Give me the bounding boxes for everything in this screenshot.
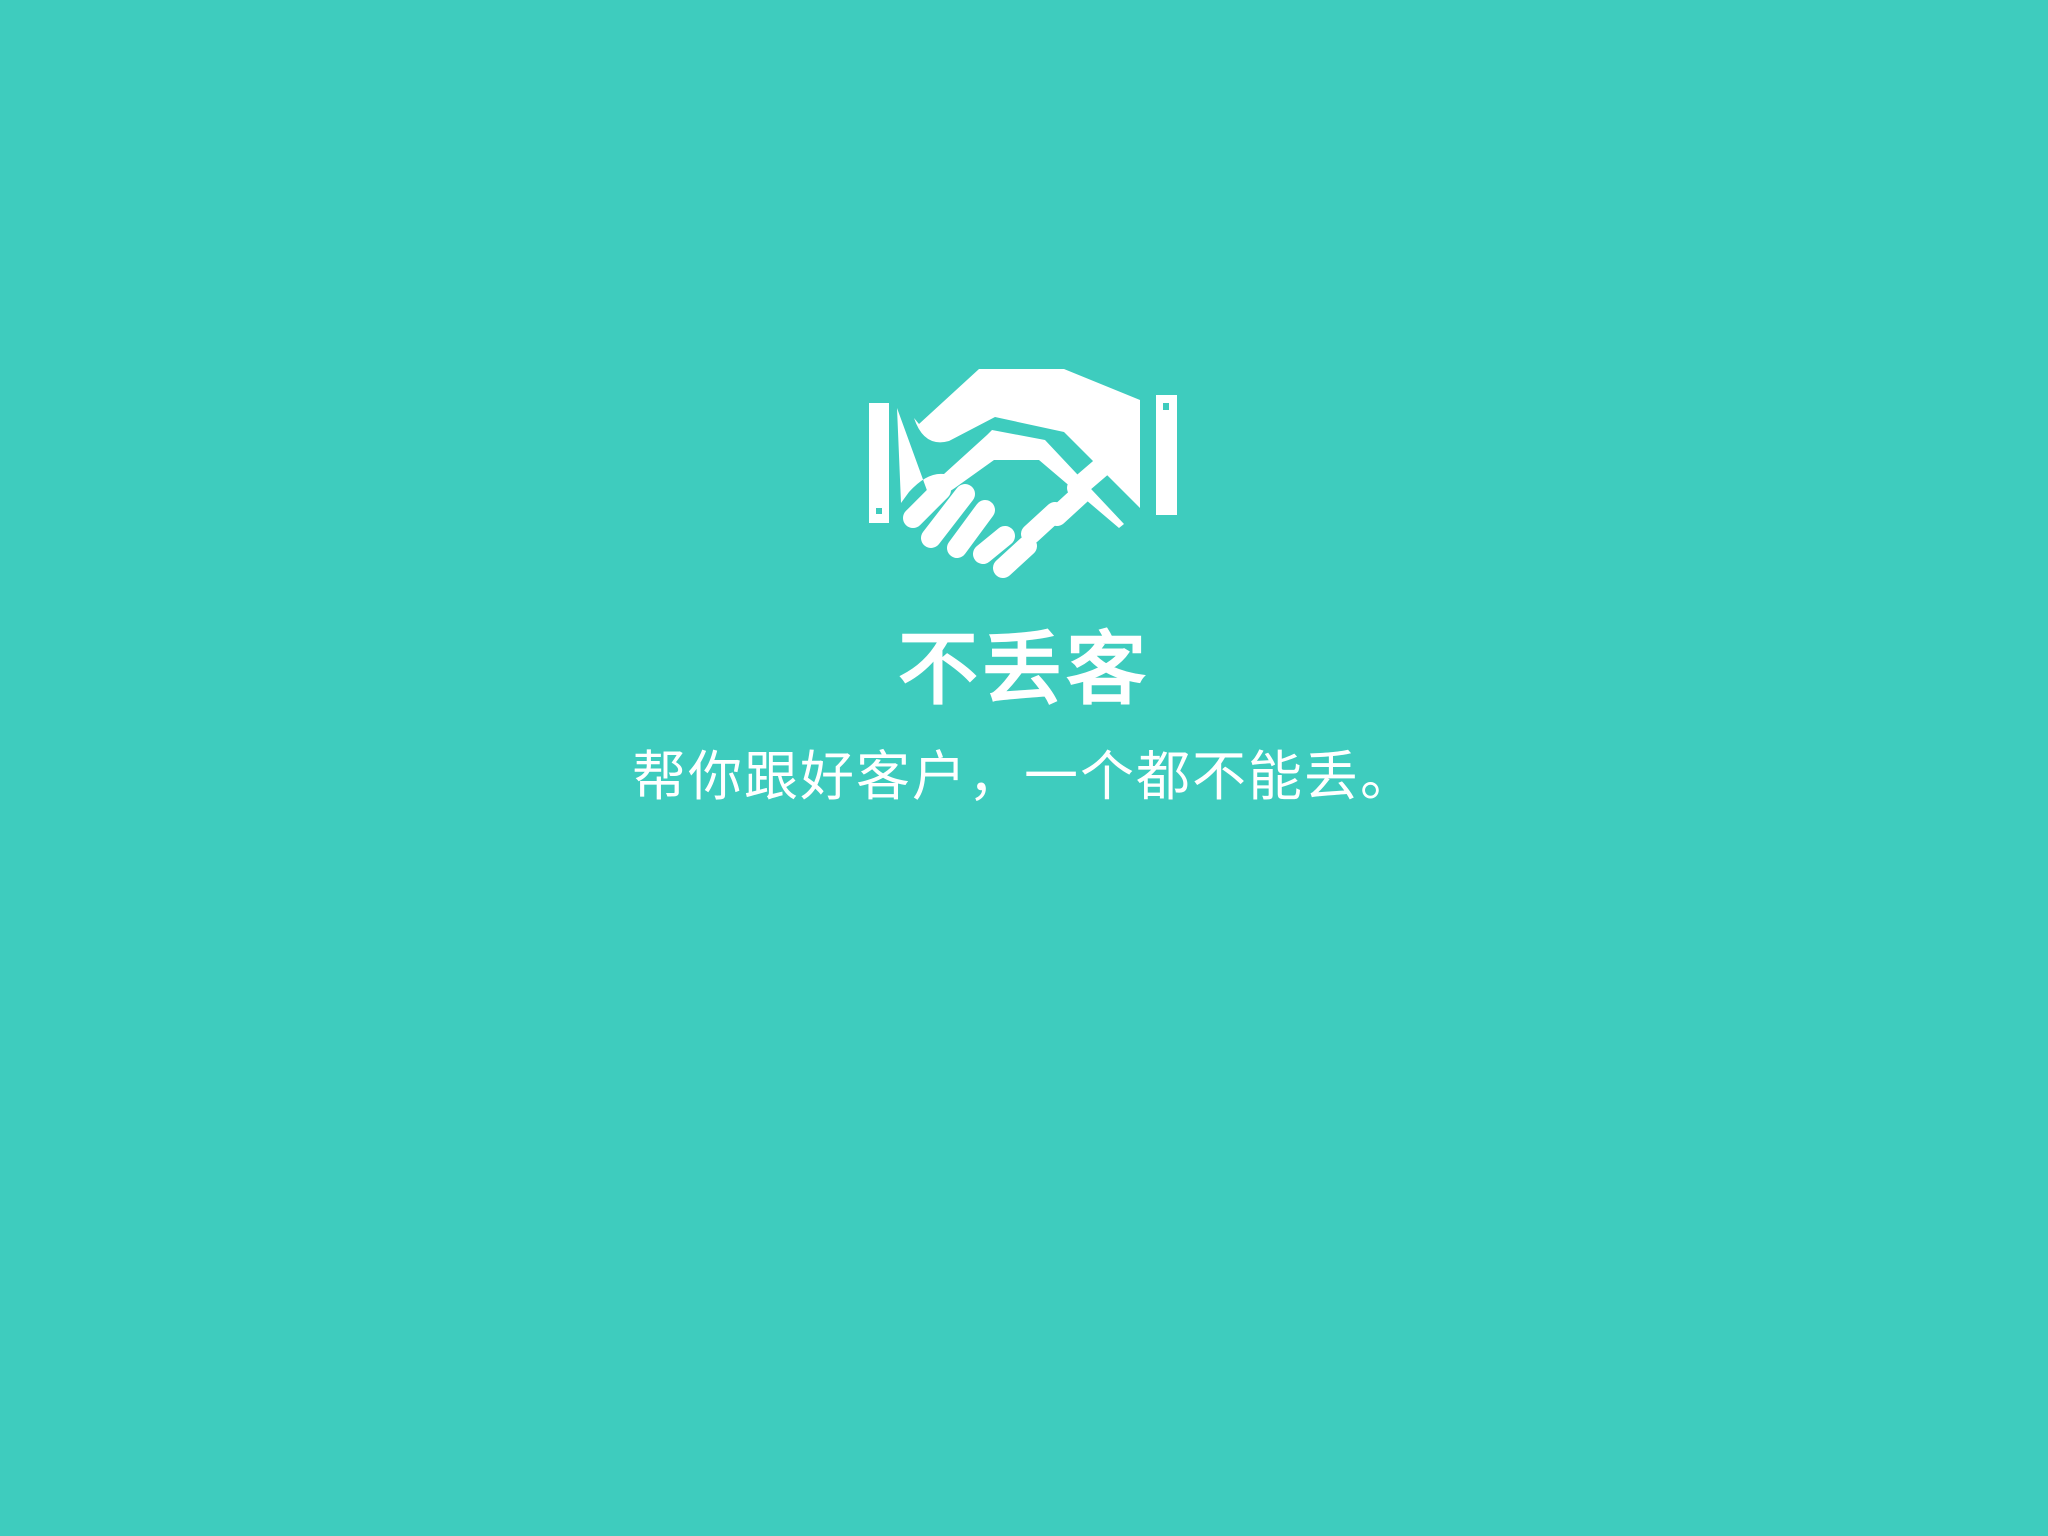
app-tagline: 帮你跟好客户，一个都不能丢。 — [632, 745, 1416, 808]
app-name: 不丢客 — [898, 623, 1150, 716]
splash-screen: 不丢客 帮你跟好客户，一个都不能丢。 — [0, 0, 2048, 1536]
app-logo — [869, 368, 1179, 583]
handshake-icon — [869, 369, 1177, 578]
